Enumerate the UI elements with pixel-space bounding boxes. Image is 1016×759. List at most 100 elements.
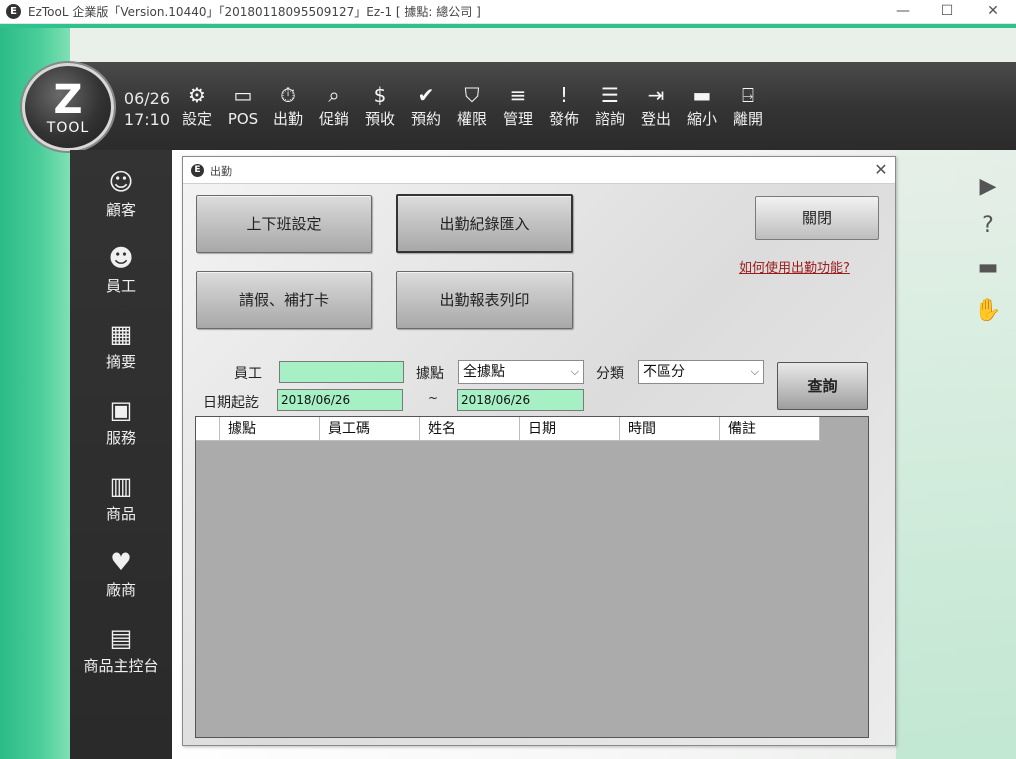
location-select[interactable]: 全據點 ⌵ — [458, 360, 584, 384]
hand-icon[interactable]: ✋ — [970, 296, 1006, 326]
sidebar-item-label: 員工 — [105, 277, 136, 295]
query-button[interactable]: 查詢 — [777, 362, 868, 410]
sidebar-item-label: 摘要 — [105, 353, 136, 371]
grid-column-header[interactable]: 據點 — [220, 417, 320, 441]
app-logo-icon: E — [6, 4, 21, 19]
product-console-icon: ▤ — [109, 624, 133, 652]
sidebar-item-summary[interactable]: ▦ 摘要 — [70, 316, 172, 384]
toolbar-label: 縮小 — [686, 110, 717, 128]
toolbar-label: 權限 — [456, 110, 487, 128]
calendar-check-icon: ✔ — [417, 83, 435, 107]
toolbar-label: 設定 — [181, 110, 212, 128]
grid-column-header[interactable]: 備註 — [720, 417, 820, 441]
shield-icon: ⛉ — [464, 83, 480, 107]
toolbar-permission-button[interactable]: ⛉ 權限 — [450, 82, 494, 136]
category-select[interactable]: 不區分 ⌵ — [638, 360, 764, 384]
toolbar-minimize-button[interactable]: ▬ 縮小 — [680, 82, 724, 136]
window-close-button[interactable]: ✕ — [970, 0, 1016, 24]
announcement-icon: ! — [559, 83, 569, 107]
date-to-input[interactable]: 2018/06/26 — [457, 389, 584, 411]
sidebar-item-label: 顧客 — [105, 201, 136, 219]
sidebar-item-label: 商品 — [105, 505, 136, 523]
logo-mark: Z — [53, 77, 83, 123]
attendance-grid[interactable]: 據點 員工碼 姓名 日期 時間 備註 — [195, 416, 869, 738]
import-records-button[interactable]: 出勤紀錄匯入 — [396, 194, 573, 253]
toolbar-pos-button[interactable]: ▭ POS — [221, 82, 265, 136]
category-label: 分類 — [596, 366, 624, 382]
window-minimize-button[interactable]: — — [880, 0, 926, 24]
toolbox-icon: ▣ — [109, 396, 133, 424]
logo-text: TOOL — [46, 120, 90, 136]
toolbar-settings-button[interactable]: ⚙ 設定 — [175, 82, 219, 136]
dialog-title: 出勤 — [210, 165, 232, 178]
grid-column-header[interactable]: 時間 — [620, 417, 720, 441]
toolbar-label: 登出 — [640, 110, 671, 128]
toolbar-management-button[interactable]: ≡ 管理 — [496, 82, 540, 136]
toolbar-booking-button[interactable]: ✔ 預約 — [404, 82, 448, 136]
coins-icon: $ — [373, 83, 387, 107]
category-select-value: 不區分 — [643, 364, 685, 380]
sidebar-item-label: 商品主控台 — [83, 657, 159, 675]
dialog-titlebar: E 出勤 ✕ — [183, 157, 895, 184]
grid-column-header[interactable]: 姓名 — [420, 417, 520, 441]
video-icon[interactable]: ▶ — [970, 172, 1006, 202]
toolbar-label: 出勤 — [272, 110, 303, 128]
shift-settings-button[interactable]: 上下班設定 — [196, 195, 372, 253]
employees-icon: ☻ — [108, 244, 134, 272]
date-range-label: 日期起訖 — [203, 395, 259, 411]
dialog-body: 上下班設定 出勤紀錄匯入 請假、補打卡 出勤報表列印 關閉 如何使用出勤功能? … — [183, 184, 895, 745]
top-band — [70, 28, 1016, 62]
window-maximize-button[interactable]: ☐ — [924, 0, 970, 24]
date-from-input[interactable]: 2018/06/26 — [277, 389, 403, 411]
grid-column-header[interactable]: 日期 — [520, 417, 620, 441]
location-select-value: 全據點 — [463, 364, 505, 380]
cards-icon[interactable]: ▬ — [970, 253, 1006, 283]
toolbar-attendance-button[interactable]: ⏱ 出勤 — [266, 82, 310, 136]
toolbar-label: 諮詢 — [594, 110, 625, 128]
date-display: 06/26 — [123, 89, 170, 108]
exit-door-icon: ⍈ — [742, 83, 754, 107]
sidebar-item-customer[interactable]: ☺ 顧客 — [70, 164, 172, 232]
leave-punch-button[interactable]: 請假、補打卡 — [196, 271, 372, 329]
toolbar-consult-button[interactable]: ☰ 諮詢 — [588, 82, 632, 136]
attendance-dialog: E 出勤 ✕ 上下班設定 出勤紀錄匯入 請假、補打卡 出勤報表列印 關閉 如何使… — [182, 156, 896, 746]
sidebar-item-product-console[interactable]: ▤ 商品主控台 — [70, 620, 172, 688]
employee-label: 員工 — [234, 366, 262, 382]
right-decor-panel — [896, 150, 1016, 759]
close-button[interactable]: 關閉 — [755, 196, 879, 240]
products-icon: ▥ — [109, 472, 133, 500]
sidebar-item-vendors[interactable]: ♥ 廠商 — [70, 544, 172, 612]
minimize-icon: ▬ — [692, 83, 712, 107]
toolbar-label: 促銷 — [318, 110, 349, 128]
window-title: EzTooL 企業版「Version.10440」「20180118095509… — [28, 5, 481, 19]
toolbar-exit-button[interactable]: ⍈ 離開 — [726, 82, 770, 136]
print-report-button[interactable]: 出勤報表列印 — [396, 271, 573, 329]
toolbar-label: 發佈 — [548, 110, 579, 128]
employee-input[interactable] — [279, 361, 404, 383]
help-icon[interactable]: ? — [970, 211, 1006, 241]
customer-icon: ☺ — [108, 168, 134, 196]
toolbar-logout-button[interactable]: ⇥ 登出 — [634, 82, 678, 136]
toolbar-promotion-button[interactable]: ⌕ 促銷 — [312, 82, 356, 136]
summary-icon: ▦ — [109, 320, 133, 348]
toolbar-label: 管理 — [502, 110, 533, 128]
toolbar-prepayment-button[interactable]: $ 預收 — [358, 82, 402, 136]
toolbar-publish-button[interactable]: ! 發佈 — [542, 82, 586, 136]
eztool-logo: Z TOOL — [22, 63, 114, 151]
chevron-down-icon: ⌵ — [570, 365, 579, 378]
time-display: 17:10 — [123, 110, 170, 129]
sidebar-item-employees[interactable]: ☻ 員工 — [70, 240, 172, 308]
magnifier-coin-icon: ⌕ — [328, 83, 340, 107]
vendor-icon: ♥ — [110, 548, 132, 576]
sidebar-item-products[interactable]: ▥ 商品 — [70, 468, 172, 536]
grid-column-header[interactable]: 員工碼 — [320, 417, 420, 441]
sidebar-item-label: 廠商 — [105, 581, 136, 599]
logout-icon: ⇥ — [647, 83, 665, 107]
sidebar-item-services[interactable]: ▣ 服務 — [70, 392, 172, 460]
stopwatch-icon: ⏱ — [280, 83, 296, 107]
monitor-icon: ▭ — [233, 83, 253, 107]
help-link[interactable]: 如何使用出勤功能? — [739, 257, 850, 276]
dialog-close-icon[interactable]: ✕ — [871, 160, 891, 180]
dialog-app-icon: E — [191, 164, 204, 177]
toolbar-label: 預收 — [364, 110, 395, 128]
